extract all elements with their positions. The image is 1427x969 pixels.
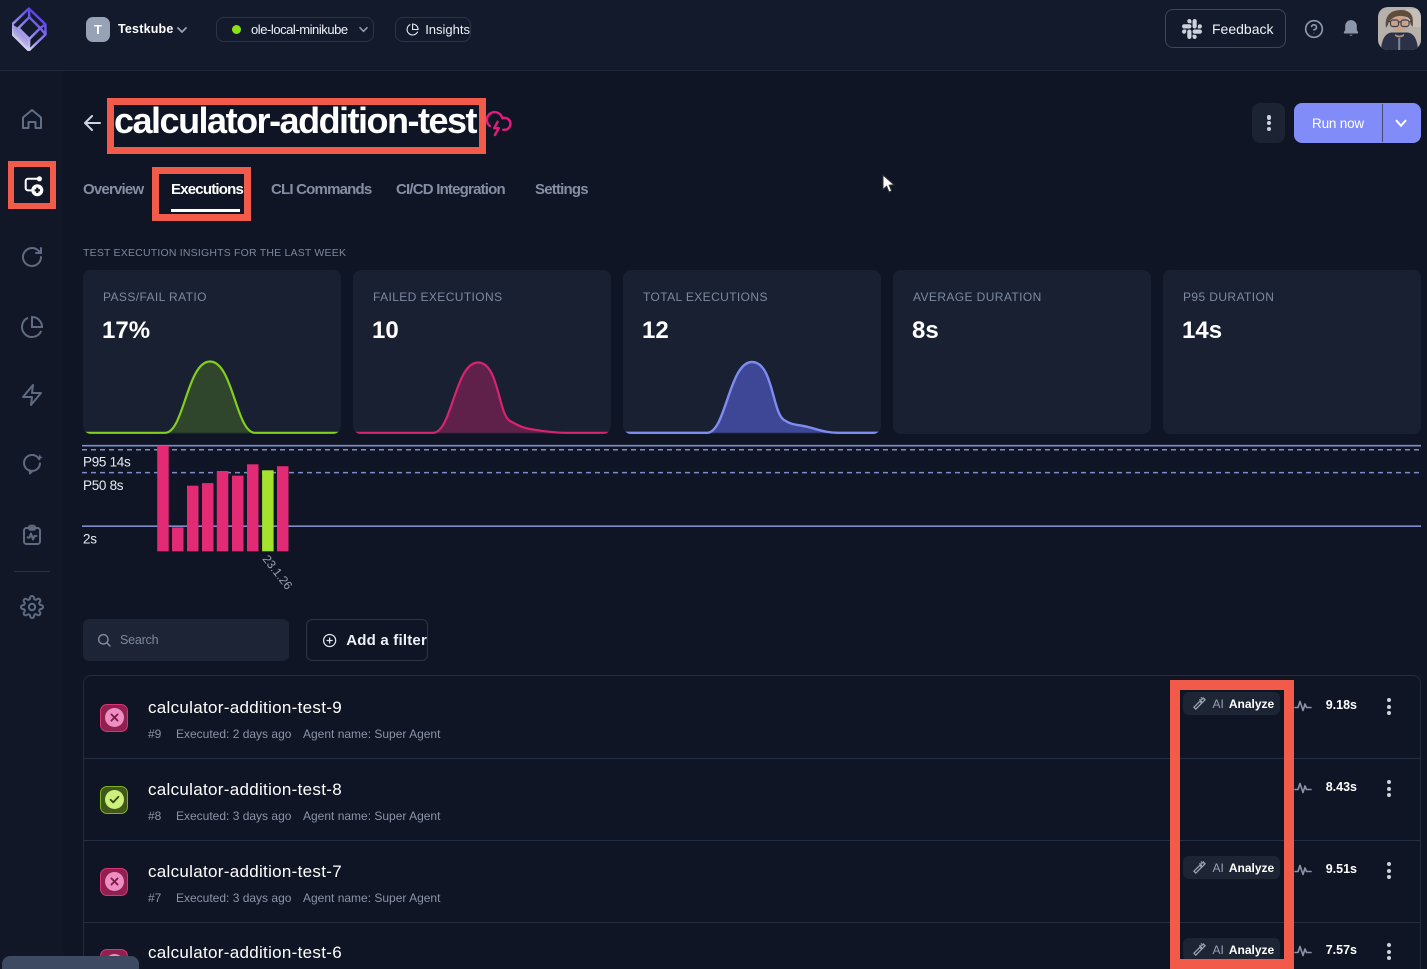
svg-text:23.1.26: 23.1.26 (260, 552, 296, 592)
svg-text:P95 14s: P95 14s (83, 455, 131, 470)
svg-text:2s: 2s (83, 532, 97, 547)
svg-text:P50 8s: P50 8s (83, 478, 124, 493)
